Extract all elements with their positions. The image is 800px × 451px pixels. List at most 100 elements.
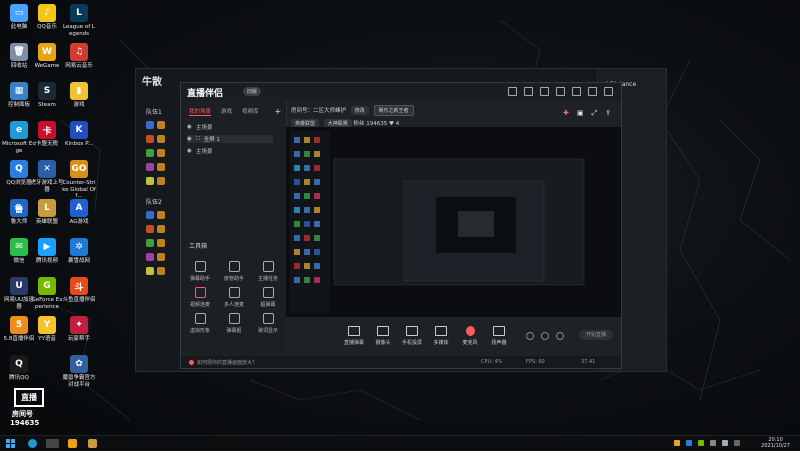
menu-icon[interactable] (556, 87, 565, 96)
source-button[interactable]: 麦克风 (457, 326, 483, 346)
stream-preview[interactable] (286, 127, 621, 317)
toolbox-item[interactable]: 弹幕助手 (185, 261, 215, 282)
input-method-icon[interactable] (734, 440, 740, 446)
source-button[interactable]: 多媒体 (428, 326, 454, 346)
source-icon (348, 326, 360, 336)
toolbox-item[interactable]: 主播任务 (253, 261, 283, 282)
desktop-shortcut[interactable]: ♪ QQ音乐 (30, 4, 64, 31)
toolbox-item[interactable]: 视频连麦 (185, 287, 215, 308)
version-badge[interactable]: 旧版 (243, 87, 262, 96)
desktop-shortcut[interactable]: GO Counter-Strike Global Off... (62, 160, 96, 200)
scene-item[interactable]: ◉ 主场景 (187, 123, 212, 131)
record-icon[interactable] (526, 332, 534, 340)
scene-panel: 我的场景 游戏 视频库 + ◉ 主场景 ◉ ⛶ 全屏 1 ◉ 主场景 工具箱 弹幕助手 房… (181, 101, 287, 356)
desktop-shortcut[interactable]: ✿ 魔兽争霸官方对战平台 (62, 355, 96, 388)
app-icon: ✿ (70, 355, 88, 373)
shortcut-label: GeForce Experience (31, 297, 63, 310)
desktop-shortcut[interactable]: Y YY语音 (30, 316, 64, 343)
lock-icon[interactable]: ▣ (577, 109, 584, 118)
tool-icon (228, 261, 240, 272)
desktop-shortcut[interactable]: ✦ 玩家帮手 (62, 316, 96, 343)
avatar-icon[interactable] (508, 87, 517, 96)
stream-title: 二区大师峰护 (313, 108, 347, 114)
shortcut-label: 虎牙游戏上号器 (30, 180, 64, 193)
toolbox-item[interactable]: 房管助手 (219, 261, 249, 282)
source-button[interactable]: 直播弹幕 (341, 326, 367, 346)
close-icon[interactable] (604, 87, 613, 96)
wegame-taskbar-icon[interactable] (68, 439, 77, 448)
category-pill[interactable]: 娱乐之新王者 (373, 105, 414, 116)
desktop-shortcut[interactable]: L League of Legends (62, 4, 96, 37)
desktop-shortcut[interactable]: W WeGame (30, 43, 64, 70)
share-icon[interactable]: ⇪ (605, 109, 611, 118)
shortcut-label: 斗鱼直播伴侣 (62, 297, 96, 303)
gift-icon[interactable]: ✚ (563, 109, 569, 118)
tab-my-scenes[interactable]: 我的场景 (189, 107, 212, 116)
tab-games[interactable]: 游戏 (221, 107, 232, 116)
tool-label: 房管助手 (223, 276, 244, 282)
app-icon: ▶ (38, 238, 56, 256)
tray-app-icon[interactable] (698, 440, 704, 446)
message-icon[interactable] (524, 87, 533, 96)
source-button[interactable]: 摄像头 (370, 326, 396, 346)
source-label: 手机投屏 (401, 340, 422, 346)
desktop-shortcut[interactable]: ✲ 暴雪战网 (62, 238, 96, 265)
app-icon: 🗑 (10, 43, 28, 61)
settings-icon[interactable] (540, 87, 549, 96)
cpu-status: CPU: 4% (481, 359, 503, 365)
desktop-shortcut[interactable]: 卡卡盟无税 (30, 121, 64, 148)
minimize-icon[interactable] (572, 87, 581, 96)
edit-title-button[interactable]: 修改 (350, 106, 369, 115)
toolbox-item[interactable]: 弹幕姬 (219, 313, 249, 334)
desktop-shortcut[interactable]: ▶ 腾讯视频 (30, 238, 64, 265)
app-icon: A (70, 199, 88, 217)
add-scene-icon[interactable]: + (275, 107, 282, 116)
fullscreen-icon: ⛶ (195, 135, 200, 142)
source-button[interactable]: 扬声器 (486, 326, 512, 346)
desktop-shortcut[interactable]: ▮ 游戏 (62, 82, 96, 109)
toolbox-item[interactable]: 虚拟形象 (185, 313, 215, 334)
windows-start-icon[interactable] (6, 439, 15, 448)
scene-item-selected[interactable]: ◉ ⛶ 全屏 1 (187, 135, 273, 143)
tray-app-icon[interactable] (686, 440, 692, 446)
more-icon[interactable] (556, 332, 564, 340)
stream-app-taskbar-icon[interactable] (46, 439, 59, 448)
room-number-overlay: 直播 房间号 194635 (10, 388, 48, 434)
source-button[interactable]: 手机投屏 (399, 326, 425, 346)
shortcut-label: Counter-Strike Global Off... (62, 180, 96, 199)
toolbox-item[interactable]: 歌词显示 (253, 313, 283, 334)
overlay-label: 房间号 (10, 409, 35, 419)
desktop-shortcut[interactable]: K Kinbox P... (62, 121, 96, 148)
eye-icon[interactable]: ◉ (187, 148, 192, 154)
source-label: 扬声器 (491, 340, 507, 346)
taskbar: 20:10 2021/10/27 (0, 435, 800, 451)
title-bar: 直播伴侣 旧版 (181, 83, 621, 101)
fullscreen-preview-icon[interactable]: ⤢ (592, 109, 598, 118)
settings-icon[interactable] (541, 332, 549, 340)
toolbox-item[interactable]: 多人连麦 (219, 287, 249, 308)
network-icon[interactable] (710, 440, 716, 446)
start-live-button[interactable]: 开始直播 (579, 330, 613, 340)
desktop-shortcut[interactable]: Q 腾讯QQ (2, 355, 36, 382)
eye-icon[interactable]: ◉ (187, 136, 192, 142)
volume-icon[interactable] (722, 440, 728, 446)
clock[interactable]: 20:10 2021/10/27 (761, 437, 790, 449)
tip-text[interactable]: 如何把你的直播画面放大？ (189, 359, 257, 366)
desktop-shortcut[interactable]: S Steam (30, 82, 64, 109)
edge-taskbar-icon[interactable] (28, 439, 37, 448)
tab-video-library[interactable]: 视频库 (242, 107, 259, 116)
scene-item[interactable]: ◉ 主场景 (187, 147, 212, 155)
eye-icon[interactable]: ◉ (187, 124, 192, 130)
desktop-shortcut[interactable]: ✕ 虎牙游戏上号器 (30, 160, 64, 193)
tray-app-icon[interactable] (674, 440, 680, 446)
maximize-icon[interactable] (588, 87, 597, 96)
desktop-shortcut[interactable]: 斗斗鱼直播伴侣 (62, 277, 96, 304)
live-streaming-assistant-window[interactable]: 直播伴侣 旧版 我的场景 游戏 视频库 + ◉ 主场景 ◉ ⛶ 全屏 1 ◉ 主场景 工… (180, 82, 622, 369)
desktop-shortcut[interactable]: G GeForce Experience (30, 277, 64, 310)
desktop-shortcut[interactable]: ♫ 网易云音乐 (62, 43, 96, 70)
desktop-shortcut[interactable]: L 英雄联盟 (30, 199, 64, 226)
desktop-shortcut[interactable]: A AG游戏 (62, 199, 96, 226)
league-taskbar-icon[interactable] (88, 439, 97, 448)
app-icon: ✦ (70, 316, 88, 334)
toolbox-item[interactable]: 超弹幕 (253, 287, 283, 308)
